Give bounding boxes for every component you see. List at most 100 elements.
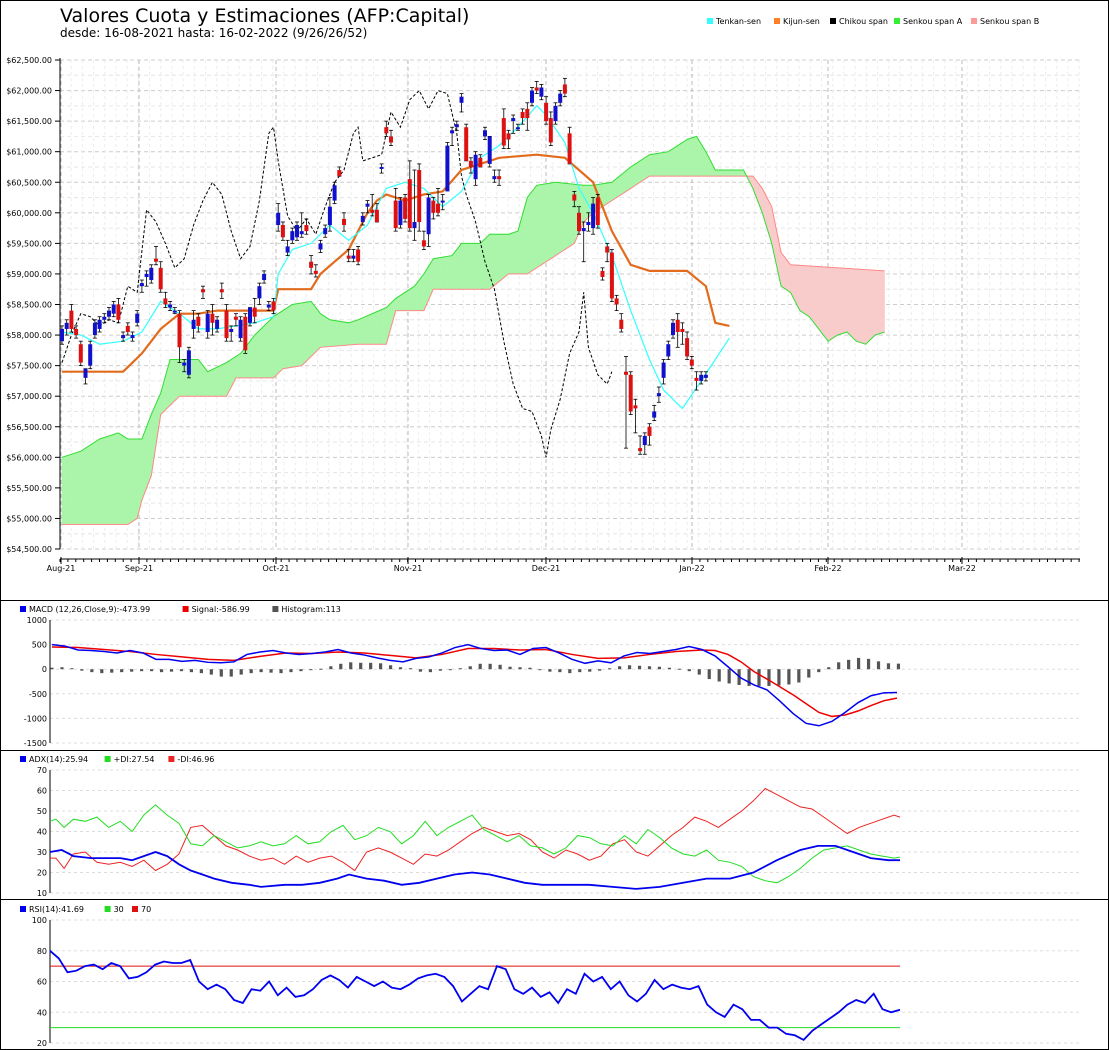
cloud-fill <box>616 175 620 199</box>
candle-body <box>248 307 252 323</box>
cloud-fill <box>684 138 688 177</box>
candle-body <box>652 411 657 418</box>
cloud-fill <box>414 282 418 311</box>
x-tick-label: Aug-21 <box>47 564 76 573</box>
candle-body <box>83 368 88 378</box>
candle-body <box>186 350 191 375</box>
cloud-fill <box>848 268 852 338</box>
candle-body <box>577 212 581 232</box>
cloud-fill <box>801 265 805 315</box>
histogram-bar <box>279 669 283 674</box>
cloud-fill <box>350 320 354 346</box>
cloud-fill <box>334 320 338 347</box>
cloud-fill <box>343 321 347 346</box>
cloud-fill <box>374 311 378 345</box>
legend-swatch <box>168 756 175 762</box>
cloud-fill <box>64 455 67 525</box>
adx-panel: 70 60 50 40 30 20 10 ADX(14):25.94 +DI:27.54 -DI:… <box>20 755 1080 898</box>
cloud-fill <box>823 266 827 340</box>
y-tick-label: $60,000.00 <box>6 209 52 218</box>
cloud-fill <box>371 312 375 345</box>
legend-swatch <box>132 906 138 912</box>
candle-body <box>121 335 126 339</box>
cloud-fill <box>808 265 812 321</box>
cloud-fill <box>383 307 387 345</box>
candle-body <box>638 448 643 452</box>
y-tick-label: $58,000.00 <box>6 331 52 340</box>
y-tick-label: -1500 <box>24 739 47 748</box>
legend-label: +DI:27.54 <box>114 755 155 764</box>
histogram-bar <box>229 669 233 677</box>
candle-body <box>205 313 210 333</box>
cloud-fill <box>320 313 324 348</box>
cloud-fill <box>226 360 230 397</box>
cloud-fill <box>860 269 864 344</box>
candle-body <box>154 258 158 262</box>
histogram-bar <box>637 665 642 670</box>
y-tick-label: 40 <box>37 1008 47 1017</box>
cloud-fill <box>85 446 89 525</box>
cloud-fill <box>96 438 100 525</box>
candle-body <box>633 405 638 409</box>
cloud-fill <box>282 308 286 370</box>
cloud-fill <box>113 433 117 525</box>
cloud-fill <box>416 279 420 311</box>
cloud-fill <box>289 303 293 368</box>
candle-body <box>196 316 201 326</box>
histogram-bar <box>418 669 423 672</box>
candle-body <box>365 203 370 207</box>
candle-body <box>313 270 318 274</box>
histogram-bar <box>568 669 572 674</box>
cloud-fill <box>378 309 382 345</box>
histogram-bar <box>548 669 552 672</box>
candle-body <box>384 127 389 134</box>
cloud-fill <box>818 266 822 333</box>
candle-body <box>299 231 304 235</box>
candle-body <box>233 316 238 320</box>
cloud-fill <box>336 320 340 347</box>
legend-label: MACD (12,26,Close,9):-473.99 <box>29 605 150 614</box>
cloud-fill <box>545 183 549 263</box>
cloud-fill <box>635 161 639 186</box>
x-tick-label: Oct-21 <box>263 564 290 573</box>
histogram-bar <box>847 659 851 670</box>
candle-body <box>276 212 281 226</box>
cloud-fill <box>205 367 208 397</box>
cloud-fill <box>881 270 885 334</box>
cloud-fill <box>174 359 178 402</box>
cloud-fill <box>198 358 201 397</box>
cloud-fill <box>122 435 126 525</box>
cloud-fill <box>602 183 606 208</box>
cloud-fill <box>806 265 810 318</box>
cloud-fill <box>555 181 559 257</box>
candle-body <box>417 170 422 222</box>
cloud-fill <box>376 310 380 345</box>
candle-body <box>605 246 610 253</box>
cloud-fill <box>501 233 505 281</box>
histogram-bar <box>468 666 472 670</box>
cloud-fill <box>663 151 667 177</box>
cloud-fill <box>252 334 255 379</box>
candle-body <box>656 393 661 397</box>
cloud-fill <box>496 233 500 285</box>
histogram-bar <box>159 669 164 673</box>
y-tick-label: -500 <box>29 690 47 699</box>
cloud-fill <box>660 152 664 177</box>
histogram-bar <box>707 669 711 680</box>
cloud-fill <box>794 264 798 307</box>
histogram-bar <box>618 666 622 670</box>
cloud-fill <box>609 181 613 203</box>
legend-swatch <box>894 18 900 24</box>
candle-body <box>285 246 290 253</box>
candle-body <box>699 374 704 381</box>
candle-body <box>351 255 356 259</box>
cloud-fill <box>129 438 133 524</box>
cloud-fill <box>472 243 476 290</box>
candle-body <box>403 197 408 219</box>
cloud-fill <box>444 256 448 290</box>
y-tick-label: 10 <box>37 889 47 898</box>
cloud-fill <box>667 149 671 177</box>
cloud-fill <box>68 453 72 525</box>
cloud-fill <box>259 327 263 379</box>
cloud-fill <box>287 305 291 369</box>
